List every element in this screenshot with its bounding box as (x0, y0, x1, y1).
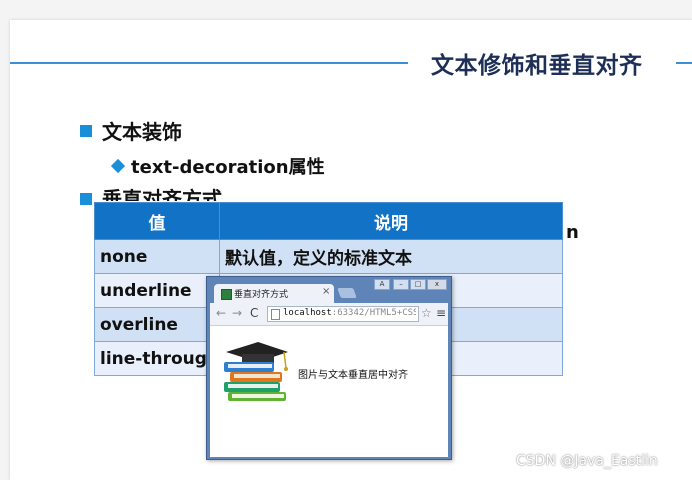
browser-toolbar: ← → C localhost:63342/HTML5+CSS3 ☆ ≡ (210, 303, 448, 326)
browser-content: 图片与文本垂直居中对齐 (210, 326, 448, 457)
page-icon (271, 309, 280, 320)
image-caption: 图片与文本垂直居中对齐 (298, 370, 408, 381)
slide: 文本修饰和垂直对齐 文本装饰 text-decoration属性 垂直对齐方式 … (10, 20, 692, 480)
table-header-row: 值 说明 (93, 202, 563, 240)
maximize-button[interactable]: □ (410, 279, 426, 290)
profile-button[interactable]: A (374, 279, 390, 290)
menu-icon[interactable]: ≡ (436, 306, 446, 320)
square-bullet-icon (80, 125, 92, 137)
close-window-button[interactable]: x (427, 279, 447, 290)
header-description: 说明 (219, 202, 563, 240)
slide-title: 文本修饰和垂直对齐 (431, 53, 643, 79)
header-value: 值 (93, 202, 221, 240)
book-stack-icon (224, 342, 288, 401)
favicon-icon (221, 289, 232, 300)
back-arrow-icon[interactable]: ← (216, 306, 226, 320)
table-cell-value: overline (93, 307, 221, 342)
table-cell-value: underline (93, 273, 221, 308)
address-text: localhost:63342/HTML5+CSS3 (283, 308, 416, 318)
bullet-text-decoration: 文本装饰 (102, 120, 182, 144)
title-rule-right (676, 62, 692, 64)
new-tab-button[interactable] (337, 288, 357, 298)
square-bullet-icon (80, 193, 92, 205)
table-cell-description: 默认值，定义的标准文本 (219, 239, 563, 274)
minimize-button[interactable]: – (393, 279, 409, 290)
table-row: none 默认值，定义的标准文本 (93, 239, 563, 274)
table-cell-value: none (93, 239, 221, 274)
watermark: CSDN @Java_Eastlin (516, 453, 658, 469)
address-bar[interactable]: localhost:63342/HTML5+CSS3 (267, 306, 419, 322)
tab-title: 垂直对齐方式 (234, 290, 289, 300)
table-cell-value: line-through (93, 341, 221, 376)
title-rule-left (10, 62, 408, 64)
bullet-vertical-align: 垂直对齐方式 (102, 187, 222, 201)
forward-arrow-icon[interactable]: → (232, 306, 242, 320)
browser-window: 垂直对齐方式 × A – □ x ← → C localhost:63342/H… (206, 276, 452, 460)
obscured-text-fragment: n (566, 222, 579, 243)
sub-bullet-text-decoration-property: text-decoration属性 (110, 153, 325, 179)
diamond-bullet-icon (110, 158, 126, 174)
bookmark-star-icon[interactable]: ☆ (421, 306, 432, 320)
sub-bullet-label: text-decoration属性 (131, 157, 325, 178)
browser-tab-bar: 垂直对齐方式 × A – □ x (207, 277, 451, 303)
tab-close-button[interactable]: × (322, 286, 330, 297)
reload-icon[interactable]: C (250, 306, 258, 320)
browser-tab[interactable]: 垂直对齐方式 × (214, 284, 334, 303)
